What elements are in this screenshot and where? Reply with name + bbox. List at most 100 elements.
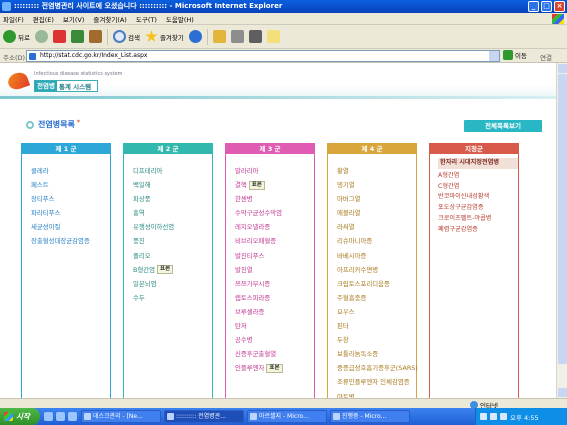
address-dropdown-icon[interactable] [489,51,499,61]
menu-file[interactable]: 파일(F) [3,14,24,24]
disease-link[interactable]: 탄저 [235,319,314,333]
disease-link[interactable]: 콜레라 [31,164,110,178]
disease-link[interactable]: 발진열 [235,263,314,277]
address-input[interactable]: http://stat.cdc.go.kr/Index_List.aspx [26,50,500,62]
disease-link[interactable]: 요우스 [337,305,416,319]
site-logo[interactable]: 전염병 통계 시스템 [34,80,98,92]
view-all-button[interactable]: 전체목록보기 [464,120,542,132]
disease-link[interactable]: 세균성이질 [31,220,110,234]
disease-link[interactable]: 조류인플루엔자 인체감염증 [337,375,416,389]
menu-edit[interactable]: 편집(E) [33,14,54,24]
taskbar-button-active[interactable]: :::::::::: 전염병관... [164,410,244,423]
taskbar-button[interactable]: 데스크관리 - [Ne... [81,410,161,423]
disease-link[interactable]: 일본뇌염 [133,277,212,291]
disease-link[interactable]: 바베시아증 [337,249,416,263]
favorites-button[interactable]: 즐겨찾기 [145,30,184,43]
disease-link[interactable]: 야토병 [337,390,416,399]
menu-view[interactable]: 보기(V) [63,14,84,24]
forward-button[interactable] [34,30,48,43]
disease-link[interactable]: 폐렴구균감염증 [438,225,518,236]
home-icon[interactable] [88,30,102,43]
disease-link[interactable]: 장티푸스 [31,192,110,206]
quick-launch-ie-icon[interactable] [44,412,53,421]
disease-link[interactable]: 파상풍 [133,192,212,206]
disease-link[interactable]: 신증후군출혈열 [235,347,314,361]
disease-link[interactable]: B형간염 표본 [133,263,212,277]
disease-link[interactable]: 수막구균성수막염 [235,206,314,220]
disease-link[interactable]: 황열 [337,164,416,178]
links-label[interactable]: 연결 [540,52,552,62]
disease-link[interactable]: 쯔쯔가무시증 [235,277,314,291]
scroll-up-icon[interactable] [558,64,567,73]
disease-link[interactable]: 크로이츠펠트-야콥병 [438,214,518,225]
start-button[interactable]: 시작 [0,408,40,425]
vertical-scrollbar[interactable] [556,63,567,398]
disease-link[interactable]: 디프테리아 [133,164,212,178]
media-icon[interactable] [188,30,202,43]
stop-icon[interactable] [52,30,66,43]
disease-link[interactable]: 포도상구균감염증 [438,203,518,214]
disease-link[interactable]: 두창 [337,333,416,347]
window-titlebar[interactable]: ::::::::: 전염병관리 사이트에 오셨습니다 :::::::::: - … [0,0,567,13]
minimize-button[interactable]: _ [528,1,539,12]
disease-link[interactable]: 뎅기열 [337,178,416,192]
scroll-down-icon[interactable] [558,388,567,397]
disease-link[interactable]: 폴리오 [133,249,212,263]
disease-link[interactable]: 장출혈성대장균감염증 [31,234,110,248]
disease-link[interactable]: A형간염 [438,171,518,182]
disease-link[interactable]: 결핵 표본 [235,178,314,192]
disease-link[interactable]: 풍진 [133,234,212,248]
menu-help[interactable]: 도움말(H) [166,14,194,24]
disease-link[interactable]: 한센병 [235,192,314,206]
quick-launch-desktop-icon[interactable] [56,412,65,421]
disease-link[interactable]: 공수병 [235,333,314,347]
mail-icon[interactable] [212,30,226,43]
disease-link[interactable]: 라싸열 [337,220,416,234]
header-divider [0,96,556,99]
disease-link[interactable]: 크립토스포리디움증 [337,277,416,291]
disease-link[interactable]: 렙토스피라증 [235,291,314,305]
designated-headline[interactable]: 한자리 시대지정전염병 [438,158,518,169]
disease-link[interactable]: 에볼라열 [337,206,416,220]
search-button[interactable]: 검색 [112,30,140,43]
disease-link[interactable]: 유행성이하선염 [133,220,212,234]
disease-link[interactable]: 중증급성호흡기증후군(SARS) [337,361,418,375]
back-button[interactable]: 뒤로 [3,30,30,43]
tray-volume-icon[interactable] [500,413,507,420]
disease-link[interactable]: 비브리오패혈증 [235,234,314,248]
print-icon[interactable] [230,30,244,43]
maximize-button[interactable]: □ [541,1,552,12]
disease-link[interactable]: 반코마이신내성황색 [438,192,518,203]
disease-link[interactable]: 주혈흡충증 [337,291,416,305]
disease-link[interactable]: 보튤리눔독소증 [337,347,416,361]
disease-link[interactable]: 인플루엔자 표본 [235,361,314,375]
menu-favorites[interactable]: 즐겨찾기(A) [93,14,126,24]
go-button[interactable]: 이동 [503,50,527,60]
refresh-icon[interactable] [70,30,84,43]
clock[interactable]: 오후 4:55 [510,412,539,422]
messenger-icon[interactable] [266,30,280,43]
disease-link[interactable]: 마버그열 [337,192,416,206]
disease-link[interactable]: 백일해 [133,178,212,192]
disease-link[interactable]: 홍역 [133,206,212,220]
taskbar-button[interactable]: 마르셀지 - Micro... [247,410,327,423]
disease-link[interactable]: 말라리아 [235,164,314,178]
disease-link[interactable]: 수두 [133,291,212,305]
edit-icon[interactable] [248,30,262,43]
disease-link[interactable]: 리슈마니아증 [337,234,416,248]
taskbar-button[interactable]: 진행중 - Micro... [330,410,410,423]
disease-link[interactable]: 아프리카수면병 [337,263,416,277]
disease-link[interactable]: 페스트 [31,178,110,192]
disease-link[interactable]: 발진티푸스 [235,249,314,263]
quick-launch-media-icon[interactable] [68,412,77,421]
disease-link[interactable]: C형간염 [438,182,518,193]
disease-link[interactable]: 파라티푸스 [31,206,110,220]
disease-link[interactable]: 레지오넬라증 [235,220,314,234]
tray-ime-icon[interactable] [480,413,487,420]
disease-link[interactable]: 브루셀라증 [235,305,314,319]
disease-link[interactable]: 핀타 [337,319,416,333]
menu-tools[interactable]: 도구(T) [136,14,157,24]
scroll-thumb[interactable] [558,74,567,364]
tray-network-icon[interactable] [490,413,497,420]
close-button[interactable]: × [554,1,565,12]
